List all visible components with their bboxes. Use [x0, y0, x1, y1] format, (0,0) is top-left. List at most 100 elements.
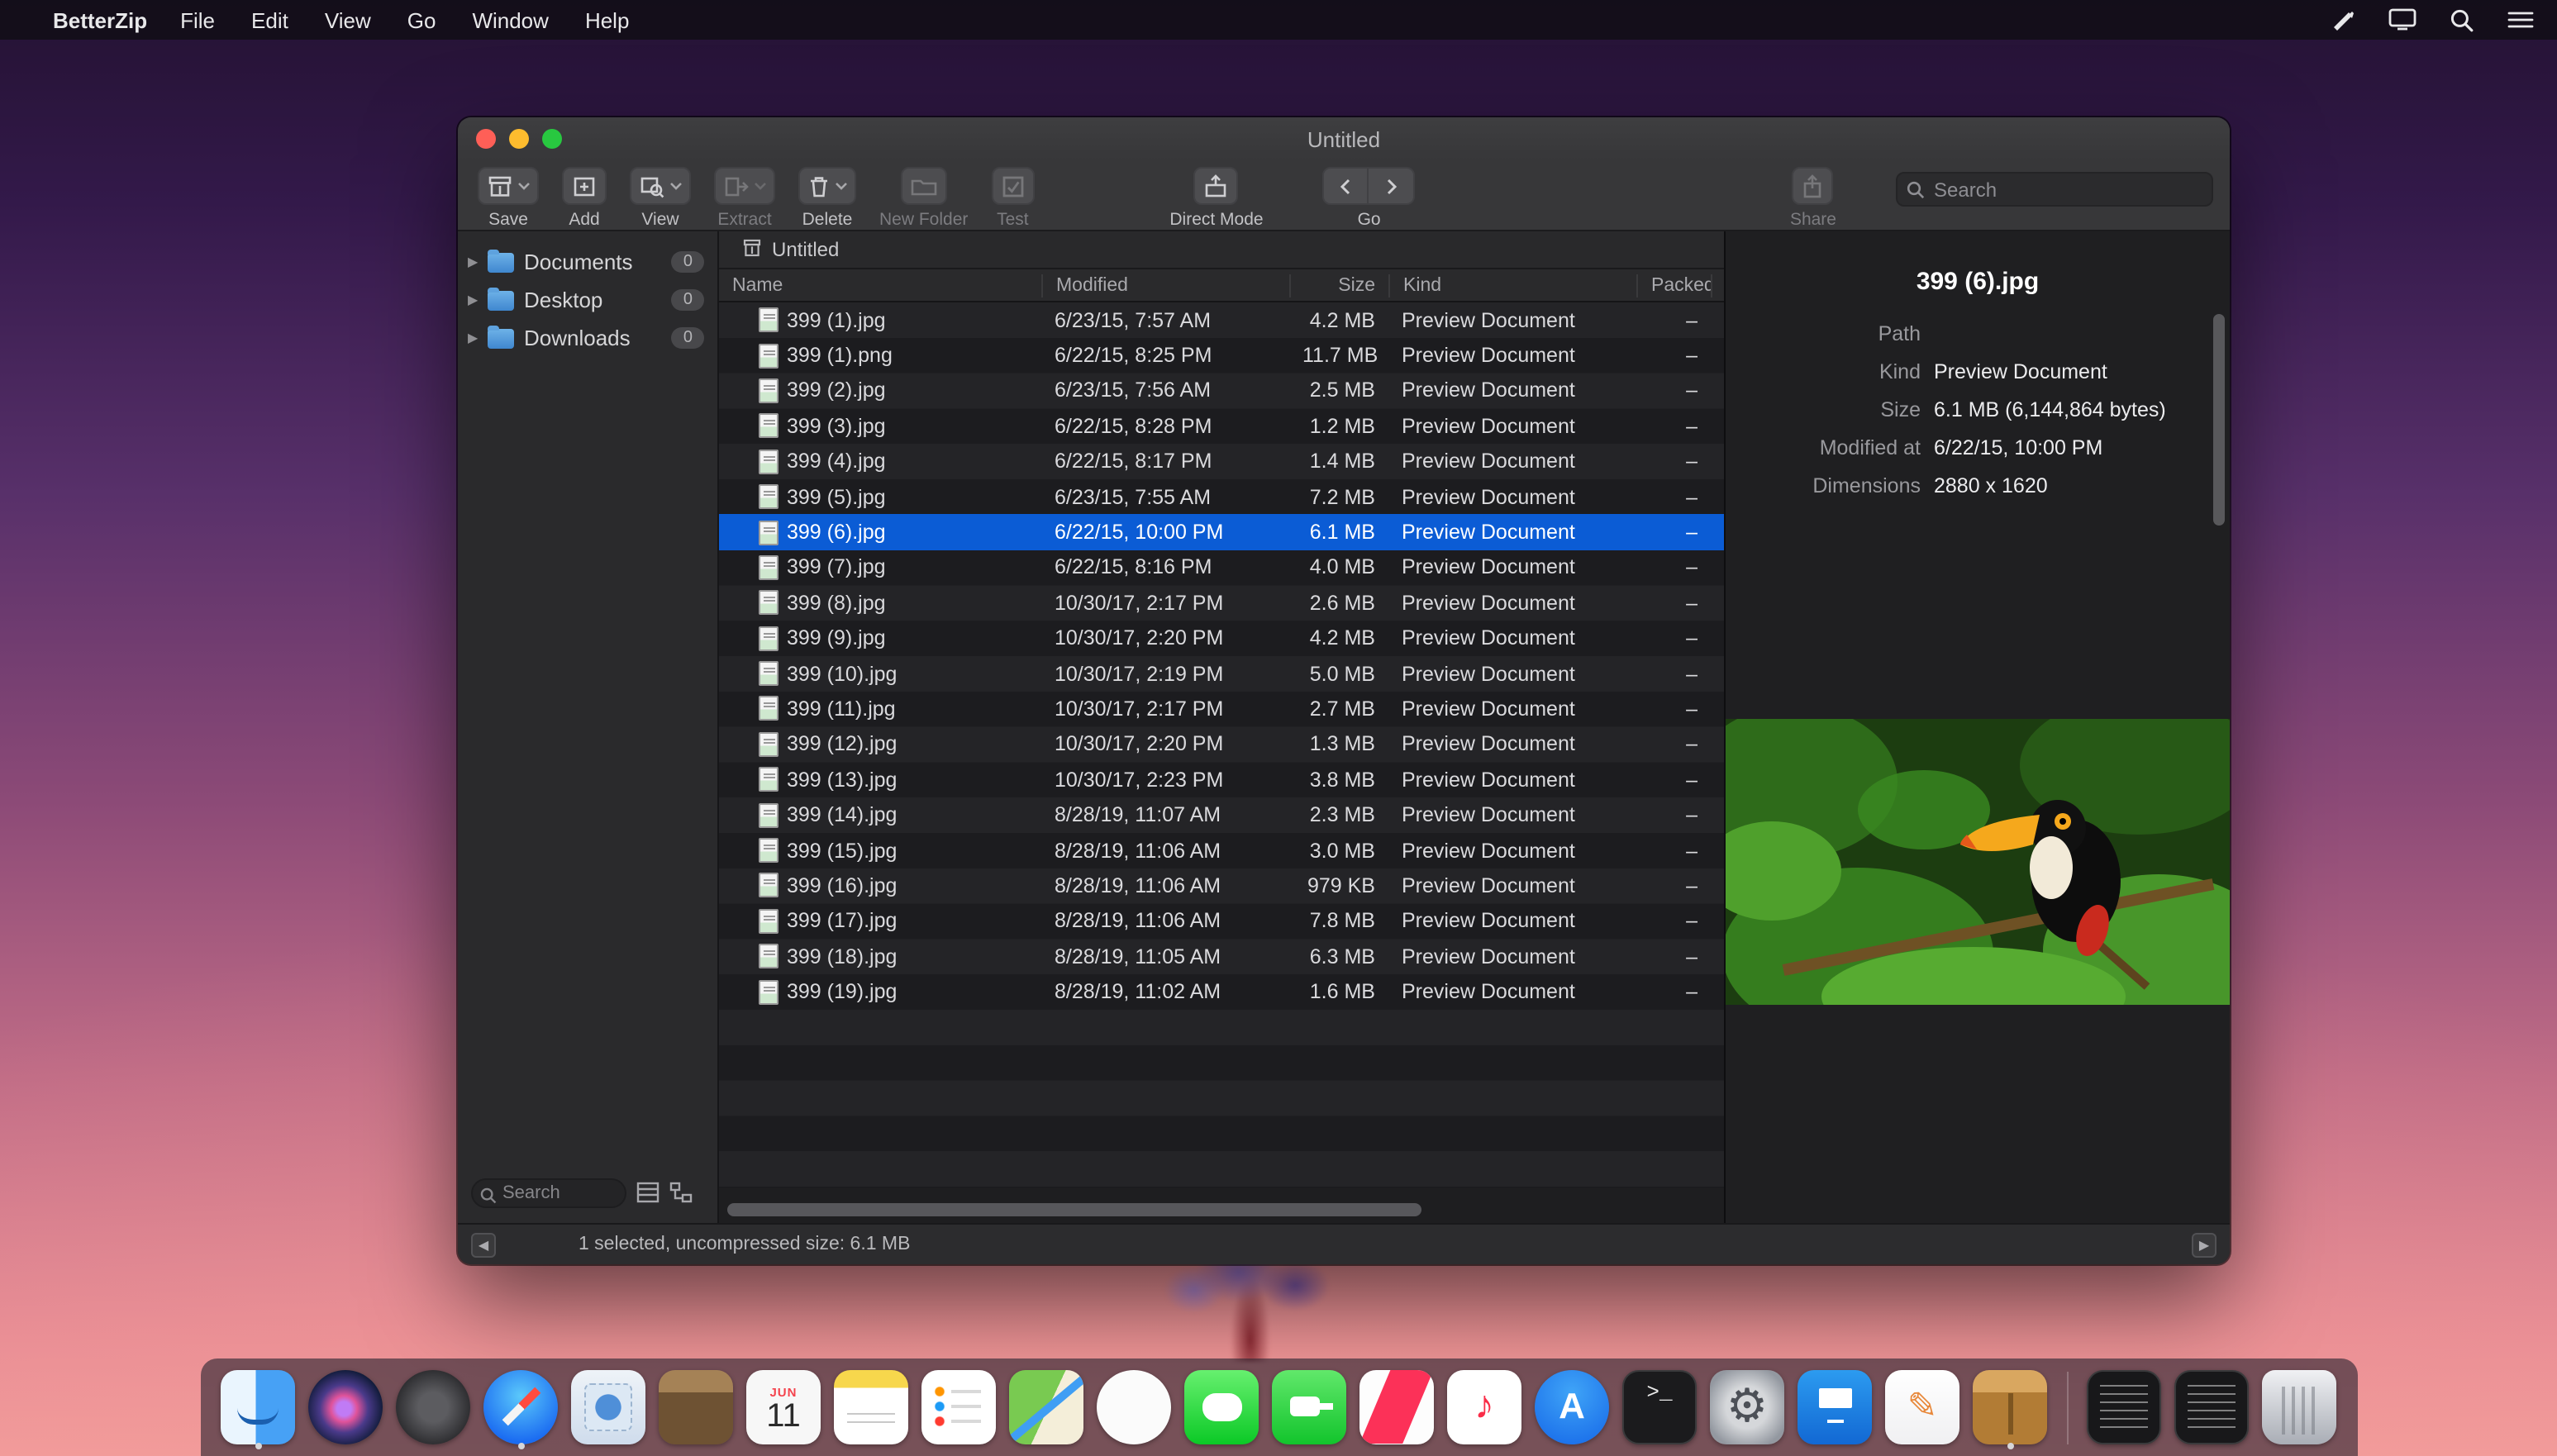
menu-item-file[interactable]: File	[180, 7, 215, 32]
dock-terminal-icon[interactable]: >_	[1621, 1366, 1698, 1449]
tree-view-icon[interactable]	[669, 1182, 694, 1203]
table-row[interactable]: 399 (1).png6/22/15, 8:25 PM11.7 MBPrevie…	[719, 338, 1724, 374]
dock-finder-icon[interactable]	[220, 1366, 296, 1449]
page-forward-button[interactable]: ▶	[2192, 1232, 2217, 1257]
menu-item-go[interactable]: Go	[407, 7, 436, 32]
dock-siri-icon[interactable]	[307, 1366, 383, 1449]
flat-view-icon[interactable]	[636, 1182, 659, 1203]
search-input[interactable]	[1896, 172, 2213, 207]
table-row[interactable]: 399 (10).jpg10/30/17, 2:19 PM5.0 MBPrevi…	[719, 656, 1724, 692]
column-header-packed[interactable]: Packed	[1636, 274, 1711, 297]
dock-app-store-icon[interactable]: A	[1534, 1366, 1610, 1449]
preview-field: Path	[1726, 322, 2230, 345]
share-button[interactable]: Share	[1790, 167, 1836, 230]
dock-keynote-icon[interactable]	[1797, 1366, 1873, 1449]
table-row[interactable]: 399 (12).jpg10/30/17, 2:20 PM1.3 MBPrevi…	[719, 726, 1724, 762]
view-button[interactable]: View	[630, 167, 691, 230]
table-row[interactable]: 399 (4).jpg6/22/15, 8:17 PM1.4 MBPreview…	[719, 444, 1724, 479]
file-attrs: –	[1711, 697, 1724, 721]
table-row[interactable]: 399 (15).jpg8/28/19, 11:06 AM3.0 MBPrevi…	[719, 833, 1724, 868]
dock-contacts-icon[interactable]	[658, 1366, 734, 1449]
table-row[interactable]: 399 (16).jpg8/28/19, 11:06 AM979 KBPrevi…	[719, 868, 1724, 904]
table-row[interactable]: 399 (18).jpg8/28/19, 11:05 AM6.3 MBPrevi…	[719, 939, 1724, 974]
dock-notes-icon[interactable]	[833, 1366, 909, 1449]
dock-news-icon[interactable]	[1359, 1366, 1435, 1449]
dock-music-icon[interactable]: ♪	[1446, 1366, 1522, 1449]
table-row[interactable]: 399 (13).jpg10/30/17, 2:23 PM3.8 MBPrevi…	[719, 762, 1724, 797]
table-row[interactable]: 399 (11).jpg10/30/17, 2:17 PM2.7 MBPrevi…	[719, 692, 1724, 727]
dock-reminders-icon[interactable]	[921, 1366, 997, 1449]
dock-launchpad-icon[interactable]	[395, 1366, 471, 1449]
table-row[interactable]: 399 (17).jpg8/28/19, 11:06 AM7.8 MBPrevi…	[719, 903, 1724, 939]
dock-safari-icon[interactable]	[483, 1366, 559, 1449]
new-folder-button[interactable]: New Folder	[879, 167, 968, 230]
preview-scrollbar[interactable]	[2213, 314, 2225, 526]
breadcrumb[interactable]: Untitled	[719, 231, 1724, 269]
column-header-modified[interactable]: Modified	[1041, 274, 1289, 297]
table-row[interactable]: 399 (5).jpg6/23/15, 7:55 AM7.2 MBPreview…	[719, 479, 1724, 515]
menu-item-help[interactable]: Help	[585, 7, 630, 32]
dock-calendar-icon[interactable]: JUN11	[745, 1366, 821, 1449]
sidebar-item-desktop[interactable]: ▶Desktop0	[458, 281, 717, 319]
extract-button[interactable]: Extract	[714, 167, 775, 230]
menu-item-window[interactable]: Window	[472, 7, 549, 32]
go-back-button[interactable]	[1323, 167, 1369, 205]
add-button[interactable]: Add	[562, 167, 607, 230]
table-row[interactable]: 399 (1).jpg6/23/15, 7:57 AM4.2 MBPreview…	[719, 302, 1724, 338]
menu-item-edit[interactable]: Edit	[251, 7, 288, 32]
folder-icon	[488, 290, 514, 310]
dock-minimized-window-2-icon[interactable]	[2174, 1366, 2250, 1449]
save-button[interactable]: Save	[478, 167, 539, 230]
minimize-button[interactable]	[509, 129, 529, 149]
page-back-button[interactable]: ◀	[471, 1232, 496, 1257]
title-bar[interactable]: Untitled	[458, 117, 2230, 160]
sidebar-item-downloads[interactable]: ▶Downloads0	[458, 319, 717, 357]
table-row[interactable]: 399 (8).jpg10/30/17, 2:17 PM2.6 MBPrevie…	[719, 585, 1724, 621]
file-name: 399 (11).jpg	[787, 697, 896, 721]
dock-photos-icon[interactable]	[1096, 1366, 1172, 1449]
disclosure-triangle-icon[interactable]: ▶	[468, 331, 488, 345]
dock-messages-icon[interactable]	[1183, 1366, 1259, 1449]
column-header-size[interactable]: Size	[1289, 274, 1388, 297]
dock-maps-icon[interactable]	[1008, 1366, 1084, 1449]
file-attrs: –	[1711, 768, 1724, 792]
close-button[interactable]	[476, 129, 496, 149]
dock-pages-icon[interactable]: ✎	[1884, 1366, 1960, 1449]
table-row[interactable]: 399 (3).jpg6/22/15, 8:28 PM1.2 MBPreview…	[719, 408, 1724, 444]
dock-facetime-icon[interactable]	[1271, 1366, 1347, 1449]
spotlight-search-icon[interactable]	[2450, 7, 2474, 32]
dock-system-preferences-icon[interactable]: ⚙	[1709, 1366, 1785, 1449]
zoom-button[interactable]	[542, 129, 562, 149]
file-name: 399 (5).jpg	[787, 485, 886, 508]
sidebar-item-documents[interactable]: ▶Documents0	[458, 243, 717, 281]
direct-mode-button[interactable]: Direct Mode	[1169, 167, 1263, 230]
table-row[interactable]: 399 (2).jpg6/23/15, 7:56 AM2.5 MBPreview…	[719, 374, 1724, 409]
stylus-icon[interactable]	[2331, 7, 2355, 32]
search-icon	[479, 1183, 498, 1213]
dock-betterzip-icon[interactable]	[1972, 1366, 2048, 1449]
menu-item-view[interactable]: View	[325, 7, 371, 32]
file-kind: Preview Document	[1388, 874, 1636, 897]
table-row[interactable]: 399 (9).jpg10/30/17, 2:20 PM4.2 MBPrevie…	[719, 621, 1724, 656]
display-icon[interactable]	[2388, 8, 2417, 31]
app-menu-title[interactable]: BetterZip	[53, 7, 147, 32]
table-row[interactable]: 399 (7).jpg6/22/15, 8:16 PM4.0 MBPreview…	[719, 550, 1724, 585]
disclosure-triangle-icon[interactable]: ▶	[468, 255, 488, 269]
file-name: 399 (10).jpg	[787, 662, 897, 685]
menu-list-icon[interactable]	[2507, 10, 2534, 30]
table-row[interactable]: 399 (19).jpg8/28/19, 11:02 AM1.6 MBPrevi…	[719, 974, 1724, 1010]
file-modified: 10/30/17, 2:20 PM	[1041, 626, 1289, 649]
column-header-kind[interactable]: Kind	[1388, 274, 1636, 297]
dock-trash-icon[interactable]	[2261, 1366, 2337, 1449]
horizontal-scrollbar[interactable]	[719, 1203, 1724, 1218]
table-row[interactable]: 399 (14).jpg8/28/19, 11:07 AM2.3 MBPrevi…	[719, 797, 1724, 833]
dock-minimized-window-1-icon[interactable]	[2086, 1366, 2162, 1449]
column-header-name[interactable]: Name	[719, 274, 1041, 297]
disclosure-triangle-icon[interactable]: ▶	[468, 293, 488, 307]
delete-button[interactable]: New Folder Delete	[798, 167, 856, 230]
go-forward-button[interactable]	[1369, 167, 1416, 205]
test-button[interactable]: Test	[991, 167, 1034, 230]
table-row[interactable]: 399 (6).jpg6/22/15, 10:00 PM6.1 MBPrevie…	[719, 515, 1724, 550]
file-size: 3.0 MB	[1289, 839, 1388, 862]
dock-mail-icon[interactable]	[570, 1366, 646, 1449]
